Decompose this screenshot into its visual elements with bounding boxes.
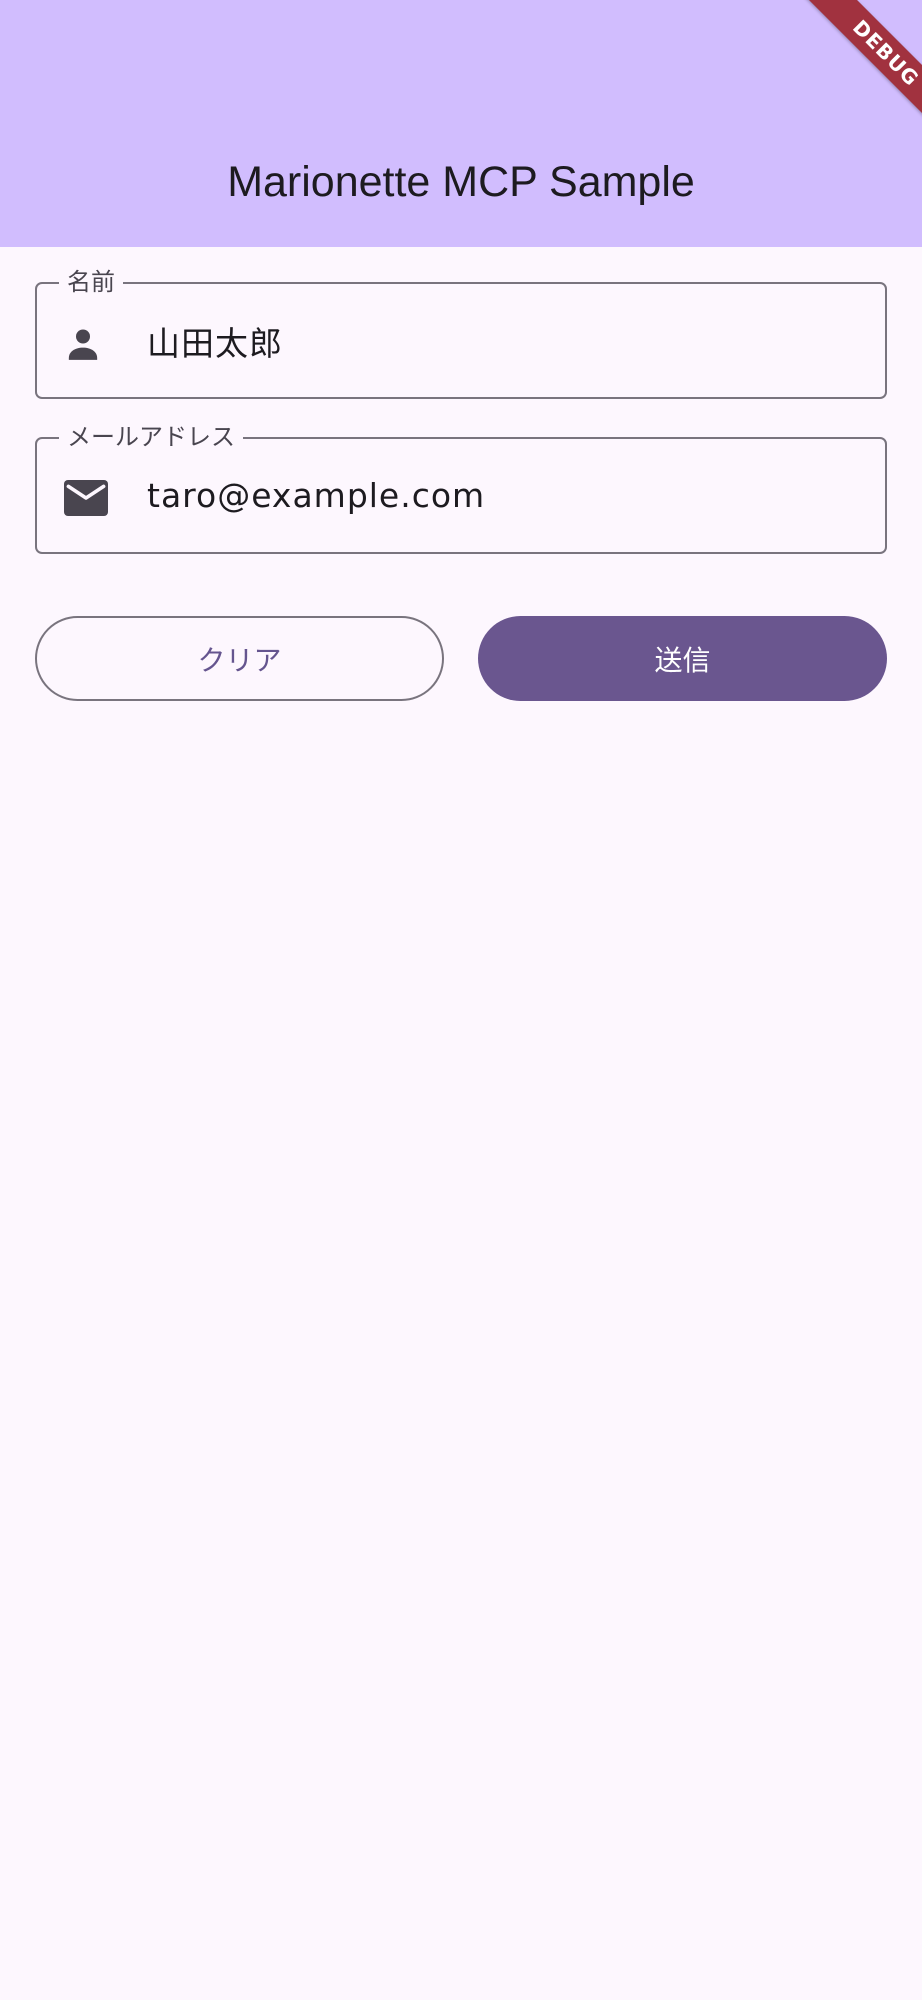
- submit-button[interactable]: 送信: [478, 616, 887, 701]
- name-field[interactable]: 名前: [35, 267, 887, 399]
- mail-icon: [64, 478, 108, 518]
- name-input[interactable]: [147, 284, 865, 397]
- app-bar: Marionette MCP Sample: [0, 0, 922, 247]
- email-field[interactable]: メールアドレス: [35, 422, 887, 554]
- page-title: Marionette MCP Sample: [227, 158, 695, 206]
- email-input[interactable]: [147, 439, 865, 552]
- clear-button[interactable]: クリア: [35, 616, 444, 701]
- person-icon: [63, 324, 103, 364]
- name-field-label: 名前: [59, 267, 123, 297]
